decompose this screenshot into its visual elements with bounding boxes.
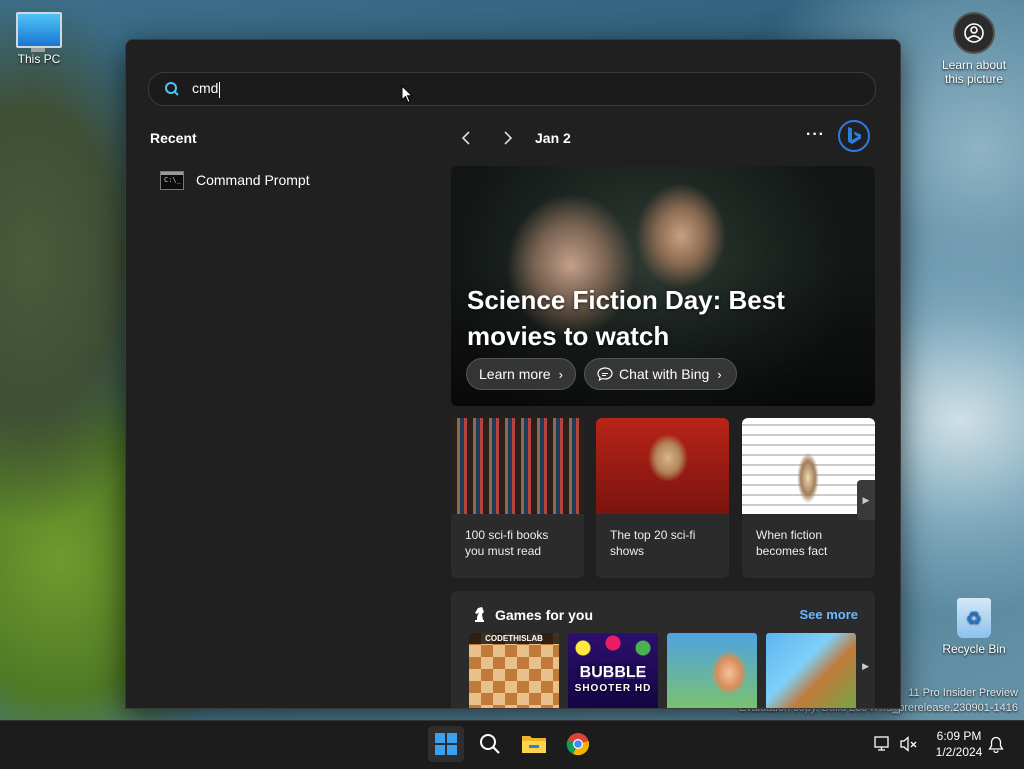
article-thumbnail [451, 418, 584, 514]
game-tile-subtitle: SHOOTER HD [574, 683, 652, 694]
camera-icon [953, 12, 995, 54]
game-tile-title: BUBBLE [579, 664, 647, 681]
computer-icon [16, 12, 62, 52]
chrome-button[interactable] [560, 726, 596, 762]
article-caption: The top 20 sci-fi shows [610, 528, 696, 558]
scroll-right-button[interactable]: ▶ [857, 480, 875, 520]
recent-heading: Recent [150, 130, 197, 146]
cmd-icon: C:\_ [160, 170, 184, 190]
more-options-button[interactable]: ··· [806, 126, 825, 144]
chevron-right-icon: › [558, 366, 563, 382]
system-clock[interactable]: 6:09 PM 1/2/2024 [924, 728, 994, 760]
triangle-right-icon[interactable]: ▶ [862, 661, 869, 672]
learn-more-label: Learn more [479, 366, 551, 382]
volume-muted-icon[interactable] [900, 736, 918, 752]
network-icon[interactable] [874, 736, 892, 752]
article-caption: 100 sci-fi books you must read [465, 528, 549, 558]
bing-button[interactable] [838, 120, 870, 152]
search-panel: cmd Recent C:\_ Command Prompt Jan 2 ···… [125, 39, 901, 709]
next-button[interactable] [497, 128, 517, 148]
game-tile[interactable] [667, 633, 757, 708]
text-caret [219, 81, 221, 98]
search-icon [165, 82, 179, 96]
article-card[interactable]: When fiction becomes fact [742, 418, 875, 578]
article-card[interactable]: The top 20 sci-fi shows [596, 418, 729, 578]
desktop-icon-label: Learn about this picture [941, 58, 1007, 86]
clock-time: 6:09 PM [936, 729, 982, 743]
chat-with-bing-button[interactable]: Chat with Bing › [584, 358, 737, 390]
game-tile[interactable]: CODETHISLAB [469, 633, 559, 708]
mouse-cursor-icon [401, 85, 413, 104]
learn-more-button[interactable]: Learn more › [466, 358, 576, 390]
recent-item-label: Command Prompt [196, 172, 310, 188]
start-button[interactable] [428, 726, 464, 762]
file-explorer-button[interactable] [516, 726, 552, 762]
chevron-left-icon [461, 131, 470, 145]
clock-date: 1/2/2024 [935, 745, 983, 759]
desktop-icon-this-pc[interactable]: This PC [3, 12, 75, 66]
taskbar-search-button[interactable] [472, 726, 508, 762]
chrome-icon [566, 733, 589, 756]
see-more-link[interactable]: See more [799, 607, 858, 622]
chevron-right-icon: › [717, 366, 722, 382]
games-section: Games for you See more CODETHISLAB BUBBL… [451, 591, 875, 708]
search-input[interactable]: cmd [148, 72, 876, 106]
desktop-icon-recycle-bin[interactable]: ♻ Recycle Bin [938, 598, 1010, 656]
search-query: cmd [192, 80, 219, 97]
hero-title: Science Fiction Day: Best movies to watc… [467, 285, 785, 351]
article-caption: When fiction becomes fact [756, 528, 828, 558]
chat-with-bing-label: Chat with Bing [619, 366, 710, 382]
desktop-icon-label: This PC [17, 52, 61, 66]
games-heading: Games for you [495, 607, 594, 623]
chess-knight-icon [475, 607, 484, 622]
triangle-right-icon: ▶ [862, 494, 870, 505]
taskbar [0, 720, 1024, 769]
desktop-icon-label: Recycle Bin [942, 642, 1006, 656]
game-tile[interactable] [766, 633, 856, 708]
article-card[interactable]: 100 sci-fi books you must read [451, 418, 584, 578]
hero-card[interactable]: Science Fiction Day: Best movies to watc… [451, 166, 875, 406]
game-tile[interactable]: BUBBLE SHOOTER HD [568, 633, 658, 708]
previous-button[interactable] [457, 128, 477, 148]
folder-icon [522, 736, 546, 753]
game-tile-tag: CODETHISLAB [469, 633, 559, 644]
highlight-date: Jan 2 [535, 130, 571, 146]
notification-bell-icon[interactable] [988, 736, 1004, 753]
article-thumbnail [596, 418, 729, 514]
windows-logo-icon [435, 733, 457, 755]
article-thumbnail [742, 418, 875, 514]
chat-bubble-icon [597, 367, 613, 381]
search-icon [480, 734, 500, 754]
recent-item-command-prompt[interactable]: C:\_ Command Prompt [150, 164, 420, 196]
recycle-bin-icon: ♻ [957, 598, 991, 638]
bing-icon [848, 127, 861, 144]
chevron-right-icon [504, 131, 513, 145]
desktop-icon-learn-about-picture[interactable]: Learn about this picture [938, 12, 1010, 86]
